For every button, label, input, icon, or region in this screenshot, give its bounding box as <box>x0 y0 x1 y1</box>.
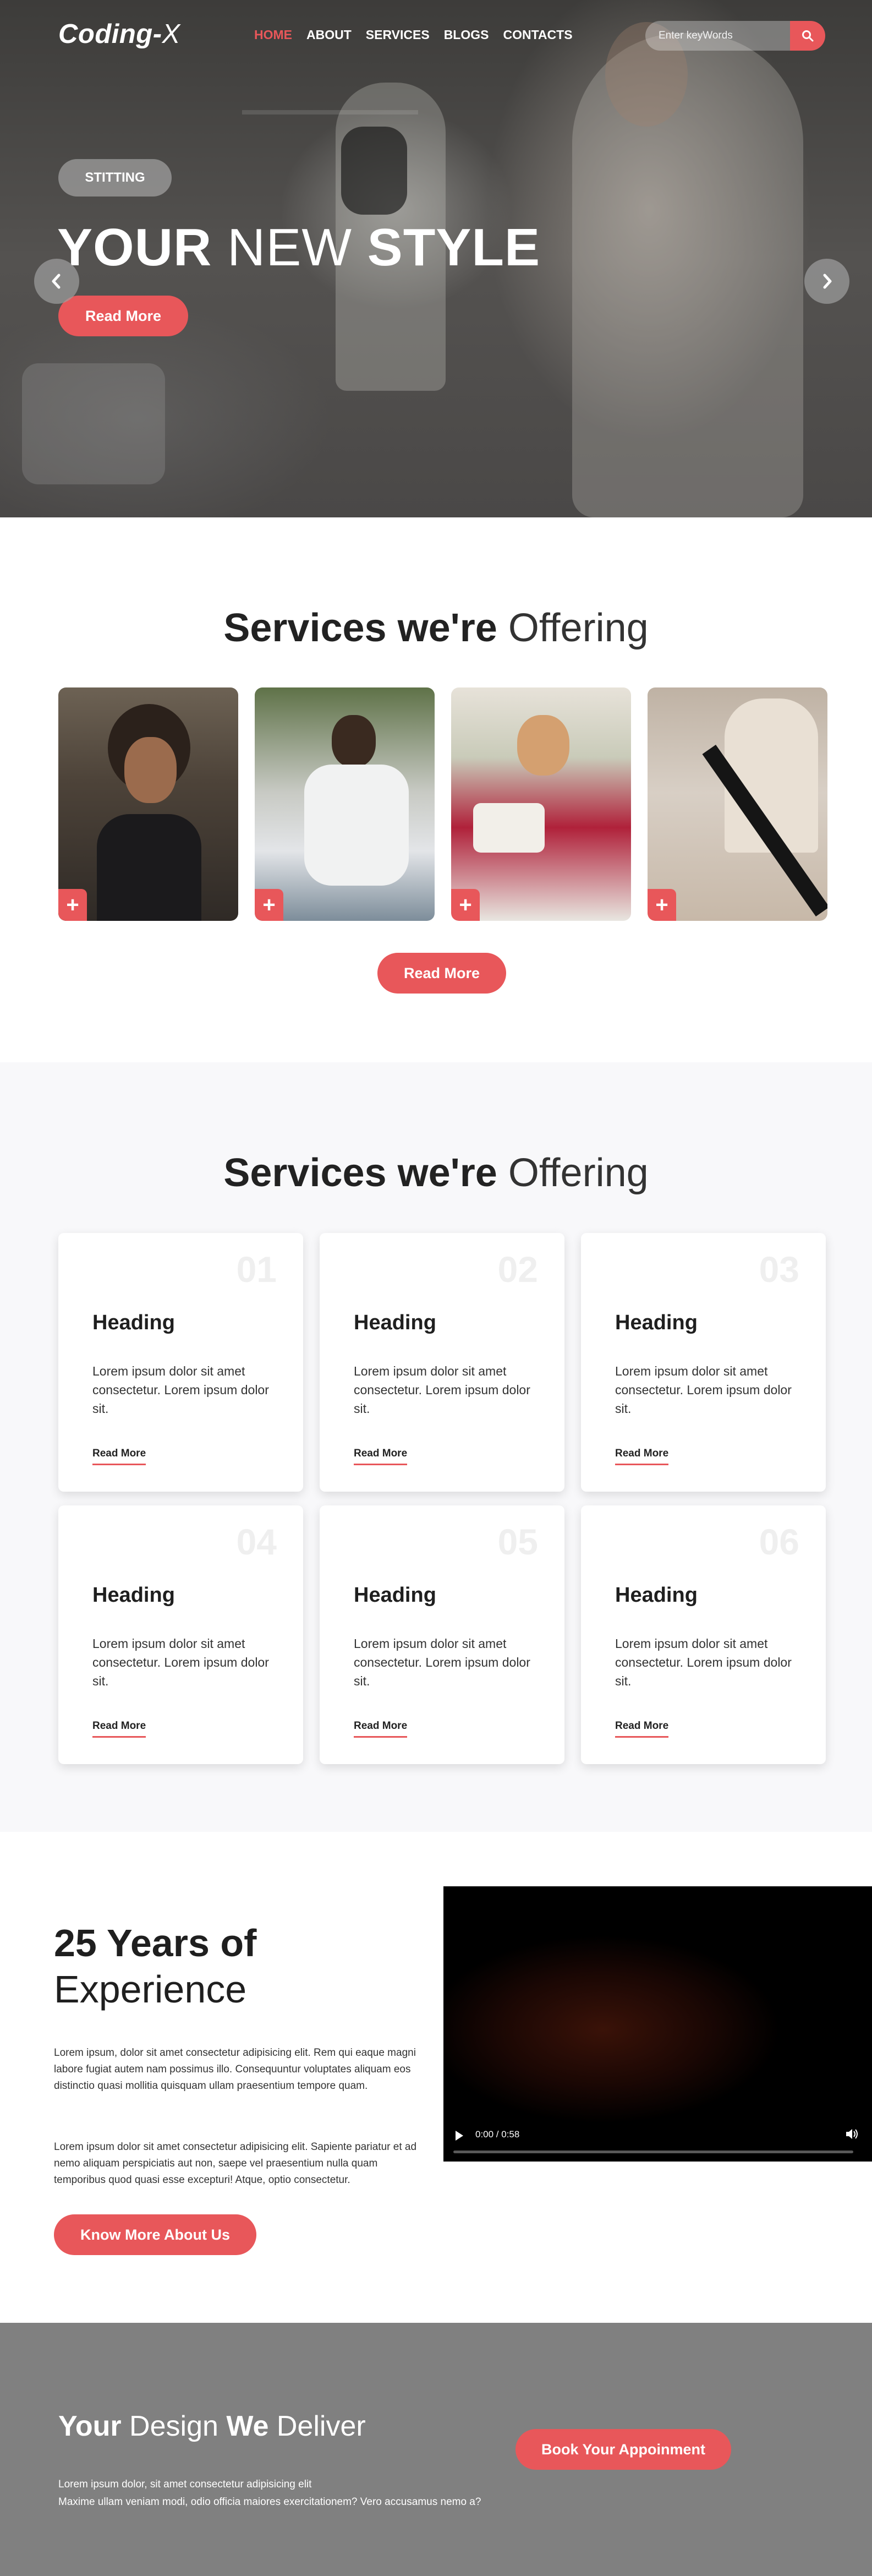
hero-bg-tailor <box>572 33 803 517</box>
hero-tag: STITTING <box>58 159 172 197</box>
service-card-heading: Heading <box>354 1584 436 1607</box>
top-navigation: Coding-X HOME ABOUT SERVICES BLOGS CONTA… <box>0 0 872 72</box>
cta-text: Lorem ipsum dolor, sit amet consectetur … <box>58 2476 481 2511</box>
video-time: 0:00 / 0:58 <box>475 2129 520 2140</box>
service-card-3: 03 Heading Lorem ipsum dolor sit amet co… <box>581 1233 826 1492</box>
service-card-number: 03 <box>759 1249 799 1290</box>
service-card-read-more-link[interactable]: Read More <box>92 1448 146 1465</box>
book-appointment-button[interactable]: Book Your Appoinment <box>515 2429 731 2470</box>
card-2-plus-button[interactable]: + <box>255 889 283 921</box>
service-card-text: Lorem ipsum dolor sit amet consectetur. … <box>615 1636 792 1688</box>
service-card-heading: Heading <box>92 1311 175 1334</box>
video-progress-bar[interactable] <box>453 2151 853 2153</box>
services-list-title: Services we're Offering <box>223 1151 649 1195</box>
service-card-number: 06 <box>759 1521 799 1562</box>
service-card-number: 01 <box>236 1249 277 1290</box>
service-card-text: Lorem ipsum dolor sit amet consectetur. … <box>354 1364 530 1416</box>
card-3-plus-button[interactable]: + <box>451 889 480 921</box>
service-card-read-more-link[interactable]: Read More <box>92 1720 146 1738</box>
search-icon <box>802 30 814 42</box>
card-2-fabric <box>304 765 409 886</box>
card-1-face <box>124 737 177 803</box>
service-card-6: 06 Heading Lorem ipsum dolor sit amet co… <box>581 1505 826 1764</box>
search-button[interactable] <box>790 21 825 51</box>
hero-bg-mannequin-detail <box>341 127 407 215</box>
service-card-number: 02 <box>497 1249 538 1290</box>
service-card-heading: Heading <box>92 1584 175 1607</box>
search-box <box>645 21 825 51</box>
card-3-head <box>517 715 569 776</box>
service-card-text: Lorem ipsum dolor sit amet consectetur. … <box>92 1364 269 1416</box>
main-menu: HOME ABOUT SERVICES BLOGS CONTACTS <box>254 28 573 42</box>
service-card-5: 05 Heading Lorem ipsum dolor sit amet co… <box>320 1505 564 1764</box>
service-card-text: Lorem ipsum dolor sit amet consectetur. … <box>92 1636 269 1688</box>
card-1-top <box>97 814 201 921</box>
services-gallery-title: Services we're Offering <box>223 606 649 650</box>
service-image-card-2[interactable]: + <box>255 687 435 921</box>
nav-link-contacts[interactable]: CONTACTS <box>503 28 572 42</box>
hero-bg-sewing-machine <box>22 363 165 484</box>
service-card-heading: Heading <box>615 1584 698 1607</box>
service-card-read-more-link[interactable]: Read More <box>615 1720 669 1738</box>
cta-section: Your Design We Deliver Lorem ipsum dolor… <box>0 2323 872 2576</box>
service-image-card-1[interactable]: + <box>58 687 238 921</box>
service-card-heading: Heading <box>615 1311 698 1334</box>
service-card-1: 01 Heading Lorem ipsum dolor sit amet co… <box>58 1233 303 1492</box>
slider-next-button[interactable] <box>804 259 849 304</box>
experience-title: 25 Years of Experience <box>54 1922 257 2011</box>
chevron-right-icon <box>823 274 832 289</box>
services-read-more-button[interactable]: Read More <box>377 953 506 994</box>
card-3-machine <box>473 803 545 853</box>
service-card-read-more-link[interactable]: Read More <box>615 1448 669 1465</box>
volume-icon[interactable] <box>845 2127 859 2141</box>
nav-link-home[interactable]: HOME <box>254 28 292 42</box>
hero-section: Coding-X HOME ABOUT SERVICES BLOGS CONTA… <box>0 0 872 517</box>
service-card-read-more-link[interactable]: Read More <box>354 1720 408 1738</box>
service-card-text: Lorem ipsum dolor sit amet consectetur. … <box>354 1636 530 1688</box>
card-2-head <box>332 715 376 767</box>
service-image-card-4[interactable]: + <box>648 687 827 921</box>
card-1-plus-button[interactable]: + <box>58 889 87 921</box>
chevron-left-icon <box>52 274 61 289</box>
service-card-2: 02 Heading Lorem ipsum dolor sit amet co… <box>320 1233 564 1492</box>
nav-link-services[interactable]: SERVICES <box>366 28 430 42</box>
cta-text-line-2: Maxime ullam veniam modi, odio officia m… <box>58 2496 481 2508</box>
site-logo[interactable]: Coding-X <box>58 19 180 50</box>
service-card-4: 04 Heading Lorem ipsum dolor sit amet co… <box>58 1505 303 1764</box>
hero-read-more-button[interactable]: Read More <box>58 296 188 336</box>
play-icon[interactable] <box>456 2131 463 2141</box>
card-4-plus-button[interactable]: + <box>648 889 676 921</box>
video-controls: 0:00 / 0:58 <box>443 2117 872 2162</box>
service-card-read-more-link[interactable]: Read More <box>354 1448 408 1465</box>
experience-paragraph-2: Lorem ipsum dolor sit amet consectetur a… <box>54 2141 417 2186</box>
service-card-number: 04 <box>236 1521 277 1562</box>
nav-link-about[interactable]: ABOUT <box>306 28 352 42</box>
nav-link-blogs[interactable]: BLOGS <box>444 28 489 42</box>
cta-title: Your Design We Deliver <box>58 2410 366 2442</box>
service-card-heading: Heading <box>354 1311 436 1334</box>
service-card-number: 05 <box>497 1521 538 1562</box>
service-card-text: Lorem ipsum dolor sit amet consectetur. … <box>615 1364 792 1416</box>
service-image-card-3[interactable]: + <box>451 687 631 921</box>
know-more-button[interactable]: Know More About Us <box>54 2214 256 2255</box>
cta-text-line-1: Lorem ipsum dolor, sit amet consectetur … <box>58 2479 312 2490</box>
hero-title: YOUR NEW STYLE <box>57 218 541 277</box>
experience-paragraph-1: Lorem ipsum, dolor sit amet consectetur … <box>54 2047 416 2092</box>
video-player[interactable]: 0:00 / 0:58 <box>443 1886 872 2162</box>
search-input[interactable] <box>645 21 810 51</box>
slider-prev-button[interactable] <box>34 259 79 304</box>
